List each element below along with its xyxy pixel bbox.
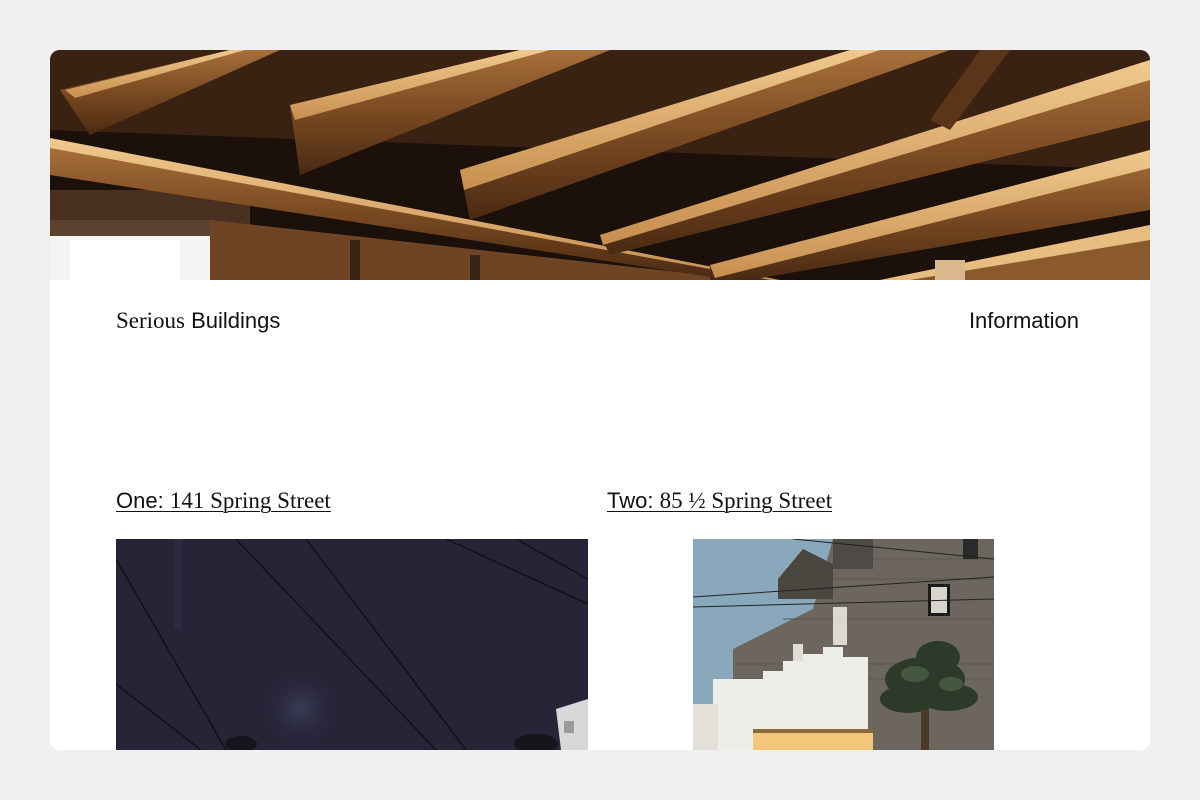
project-one-image[interactable] xyxy=(116,539,588,750)
project-number: One: xyxy=(116,488,164,513)
project-number: Two: xyxy=(607,488,654,513)
site-logo-link[interactable]: Serious Buildings xyxy=(116,308,280,334)
brand-serif-word: Serious xyxy=(116,308,185,333)
project-link-two[interactable]: Two: 85 ½ Spring Street xyxy=(607,488,832,514)
project-two-image[interactable] xyxy=(693,539,994,750)
project-address: 141 Spring Street xyxy=(169,488,331,513)
project-address: 85 ½ Spring Street xyxy=(659,488,833,513)
page-card: Serious Buildings Information One: 141 S… xyxy=(50,50,1150,750)
nav-information-link[interactable]: Information xyxy=(969,308,1079,334)
project-link-one[interactable]: One: 141 Spring Street xyxy=(116,488,331,514)
site-header: Serious Buildings Information xyxy=(116,308,1079,334)
brand-sans-word: Buildings xyxy=(191,308,281,333)
hero-image xyxy=(50,50,1150,280)
